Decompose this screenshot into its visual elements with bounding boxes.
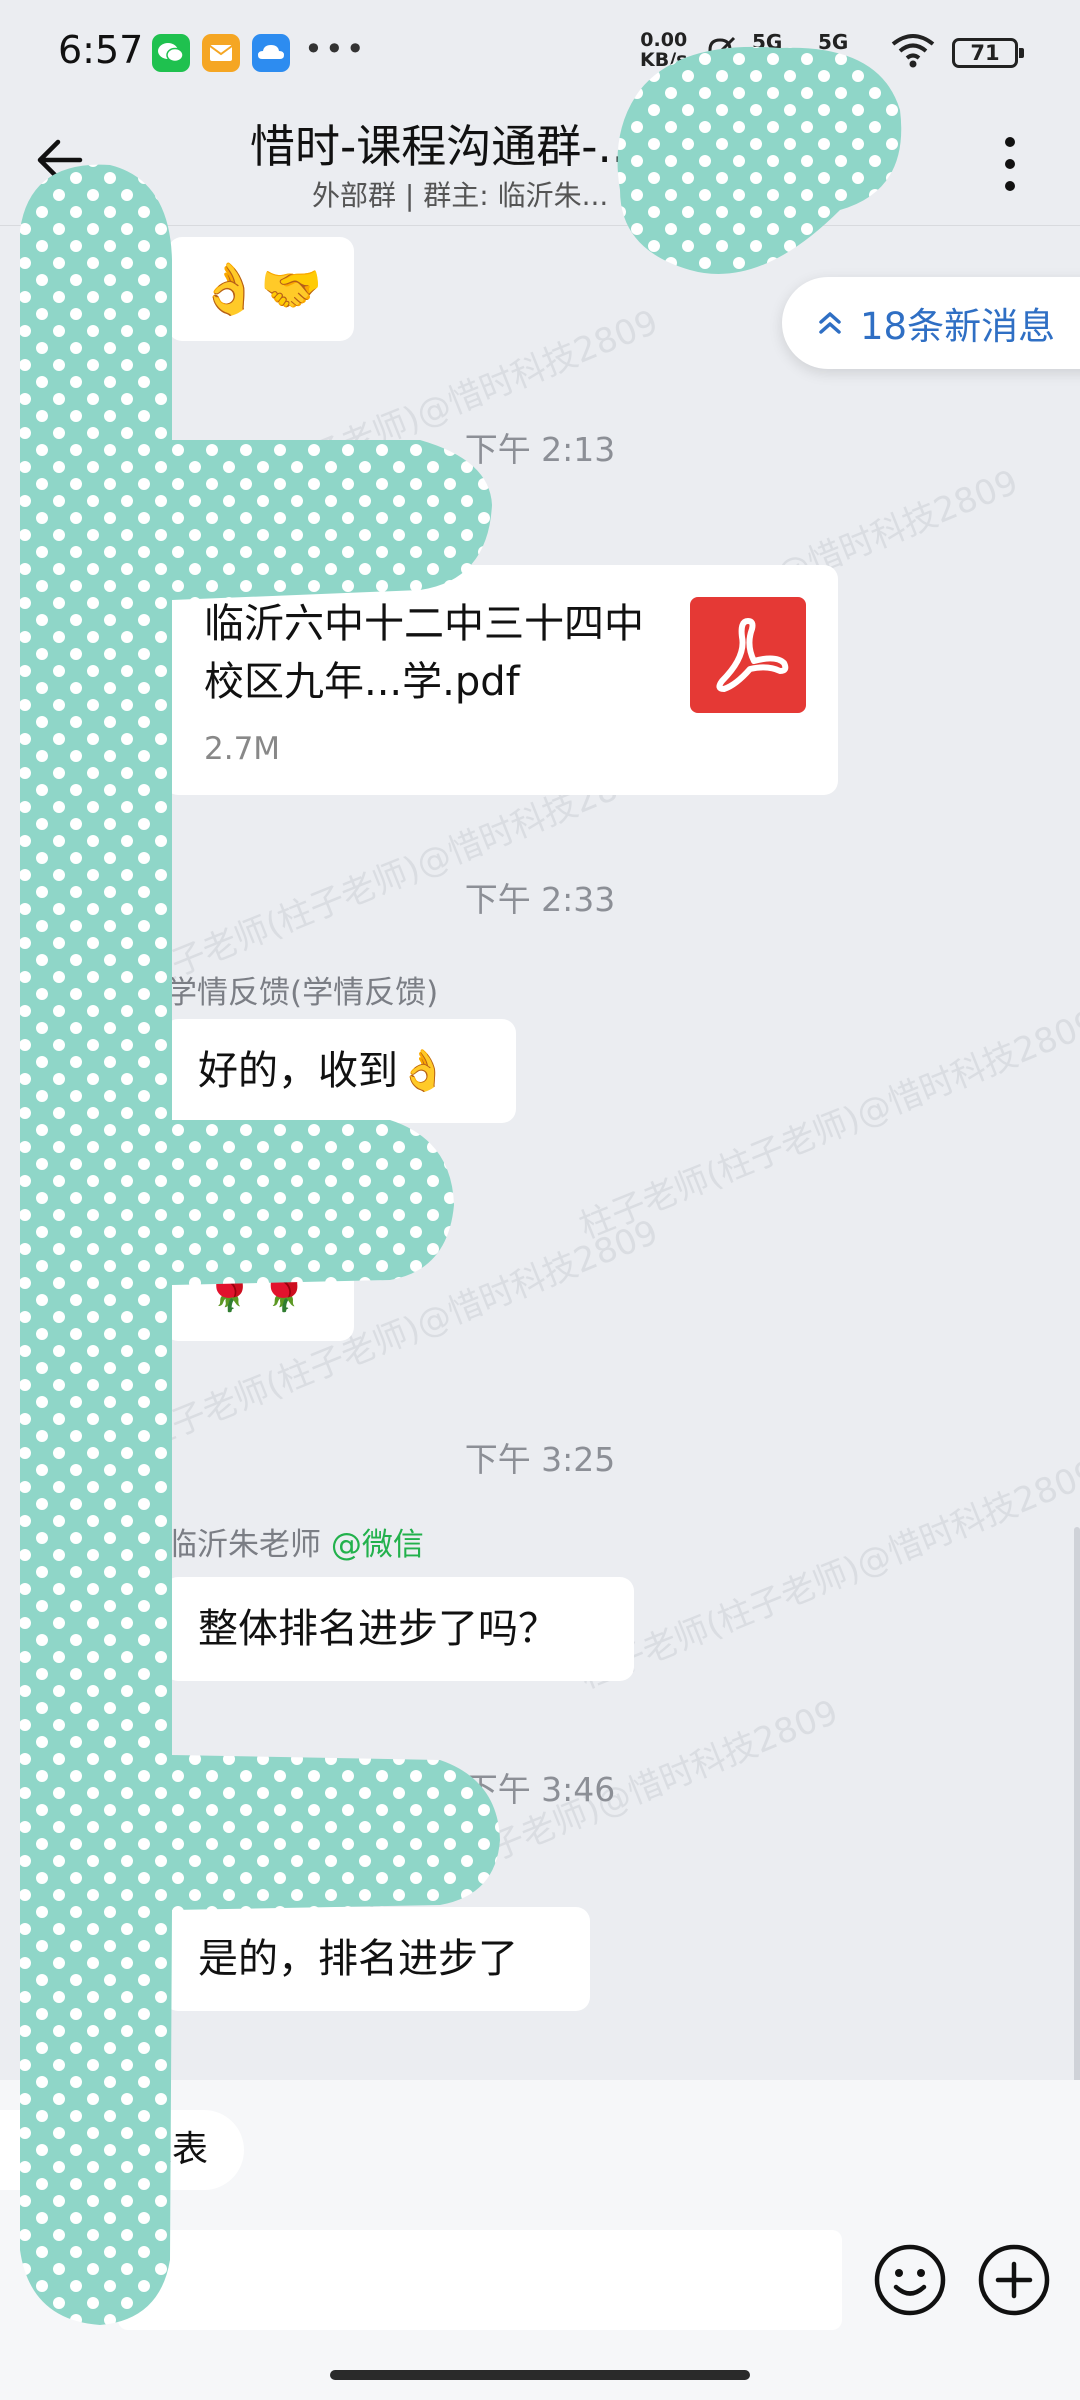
avatar[interactable] xyxy=(92,1877,132,1963)
time-divider: 下午 2:13 xyxy=(464,430,616,469)
file-message[interactable]: 临沂六中十二中三十四中校区九年...学.pdf 2.7M xyxy=(151,565,838,795)
time-divider: 下午 2:33 xyxy=(464,880,616,919)
message-emoji: 👌🤝 xyxy=(198,260,323,318)
message-bubble[interactable]: 👌🤝 xyxy=(155,237,354,341)
signal-5g-label-2: 5G xyxy=(818,30,849,54)
message-emoji: 🌹🌹 xyxy=(202,1263,312,1314)
sender-name: 临沂朱老师 @微信 xyxy=(166,1519,424,1564)
chat-title[interactable]: 惜时-课程沟通群-... xyxy=(250,110,910,175)
message-list[interactable]: 柱子老师(柱子老师)@惜时科技2809 柱子老师(柱子老师)@惜时科技2809 … xyxy=(0,227,1080,2080)
quick-actions-bar: 收集表 xyxy=(0,2080,1080,2190)
signal-5g-label: 5G xyxy=(752,30,783,54)
plus-circle-icon xyxy=(978,2244,1050,2316)
watermark: 柱子老师(柱子老师)@惜时科技2809 xyxy=(574,1002,1080,1248)
scrollbar[interactable] xyxy=(1074,1527,1080,2080)
status-time: 6:57 xyxy=(58,28,144,72)
quick-action-chip[interactable]: 收集表 xyxy=(0,2110,245,2190)
add-attachment-button[interactable] xyxy=(976,2242,1052,2318)
time-divider: 下午 3:25 xyxy=(464,1440,616,1479)
time-divider: 下午 3:46 xyxy=(464,1770,616,1809)
cloud-icon xyxy=(252,34,290,72)
message-input[interactable] xyxy=(118,2230,842,2330)
file-name: 临沂六中十二中三十四中校区九年...学.pdf xyxy=(204,601,644,705)
home-indicator[interactable] xyxy=(330,2370,750,2380)
emoji-button[interactable] xyxy=(872,2242,948,2318)
message-text: 好的，收到👌 xyxy=(198,1048,448,1094)
watermark: 柱子老师(柱子老师)@惜时科技2809 xyxy=(314,1692,844,1938)
back-arrow-icon xyxy=(37,139,83,181)
message-text: 整体排名进步了吗？ xyxy=(198,1606,558,1652)
wifi-icon xyxy=(888,30,938,74)
message-bubble[interactable]: 🌹🌹 xyxy=(151,1237,354,1341)
back-button[interactable] xyxy=(30,130,90,190)
input-bar xyxy=(0,2190,1080,2400)
message-text: 是的，排名进步了 xyxy=(198,1936,518,1982)
chat-subtitle: 外部群 | 群主: 临沂朱... xyxy=(312,179,609,212)
net-speed: 0.00 KB/s xyxy=(640,30,687,70)
sender-tag: @微信 xyxy=(330,1527,424,1563)
avatar[interactable] xyxy=(120,1527,134,1623)
message-bubble[interactable]: 整体排名进步了吗？ xyxy=(151,1577,634,1681)
mute-bell-icon xyxy=(698,30,742,78)
status-more-dots: ••• xyxy=(304,30,367,68)
pdf-icon xyxy=(690,597,806,713)
message-bubble[interactable]: 是的，排名进步了 xyxy=(151,1907,590,2011)
battery-indicator: 71 xyxy=(952,38,1024,68)
file-size: 2.7M xyxy=(204,731,281,767)
message-bubble[interactable]: 好的，收到👌 xyxy=(151,1019,516,1123)
more-options-button[interactable] xyxy=(990,132,1030,196)
chat-header: 惜时-课程沟通群-... 外部群 | 群主: 临沂朱... xyxy=(0,108,1080,226)
sender-name-text: 临沂朱老师 xyxy=(166,1527,321,1563)
double-chevron-up-icon xyxy=(819,312,841,334)
net-speed-value: 0.00 xyxy=(640,29,688,51)
smiley-icon xyxy=(874,2244,946,2316)
new-messages-label: 18条新消息 xyxy=(860,305,1056,348)
net-speed-unit: KB/s xyxy=(640,49,688,71)
status-bar: 6:57 ••• 0.00 KB/s 5G 5G 71 xyxy=(0,0,1080,108)
wechat-icon xyxy=(152,34,190,72)
watermark: 柱子老师(柱子老师)@惜时科技2809 xyxy=(574,1452,1080,1698)
more-vertical-icon xyxy=(1005,137,1015,191)
new-messages-button[interactable]: 18条新消息 xyxy=(782,277,1080,369)
mail-icon xyxy=(202,34,240,72)
sender-name: 学情反馈(学情反馈) xyxy=(166,975,439,1011)
